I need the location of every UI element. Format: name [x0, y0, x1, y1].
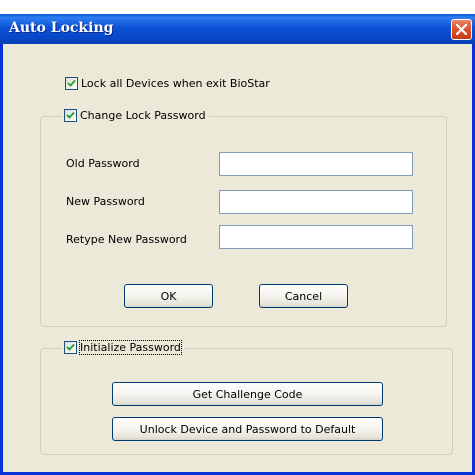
initialize-password-checkbox[interactable]: [64, 341, 77, 354]
checkmark-icon: [66, 111, 75, 119]
retype-password-input[interactable]: [219, 225, 413, 249]
new-password-label: New Password: [66, 195, 145, 208]
new-password-input[interactable]: [219, 190, 413, 214]
initialize-password-label: Initialize Password: [79, 340, 182, 355]
close-button[interactable]: [451, 19, 472, 40]
initialize-password-option[interactable]: Initialize Password: [62, 340, 184, 355]
change-password-option[interactable]: Change Lock Password: [62, 109, 209, 122]
close-icon: [456, 24, 467, 35]
cancel-button[interactable]: Cancel: [259, 284, 348, 308]
unlock-device-default-button[interactable]: Unlock Device and Password to Default: [112, 417, 383, 441]
auto-locking-dialog: Auto Locking Lock all Devices when exit …: [0, 14, 475, 475]
old-password-input[interactable]: [219, 152, 413, 176]
change-password-label: Change Lock Password: [80, 109, 206, 122]
checkmark-icon: [67, 79, 76, 87]
ok-button[interactable]: OK: [124, 284, 213, 308]
change-password-group: [40, 116, 447, 327]
retype-password-label: Retype New Password: [66, 233, 187, 246]
window-title: Auto Locking: [9, 20, 114, 36]
get-challenge-code-button[interactable]: Get Challenge Code: [112, 382, 383, 406]
old-password-label: Old Password: [66, 157, 140, 170]
title-bar[interactable]: Auto Locking: [0, 14, 475, 44]
change-password-checkbox[interactable]: [64, 109, 77, 122]
checkmark-icon: [66, 343, 75, 351]
lock-all-devices-label: Lock all Devices when exit BioStar: [81, 77, 270, 90]
lock-all-devices-option[interactable]: Lock all Devices when exit BioStar: [65, 77, 270, 90]
lock-all-devices-checkbox[interactable]: [65, 77, 78, 90]
